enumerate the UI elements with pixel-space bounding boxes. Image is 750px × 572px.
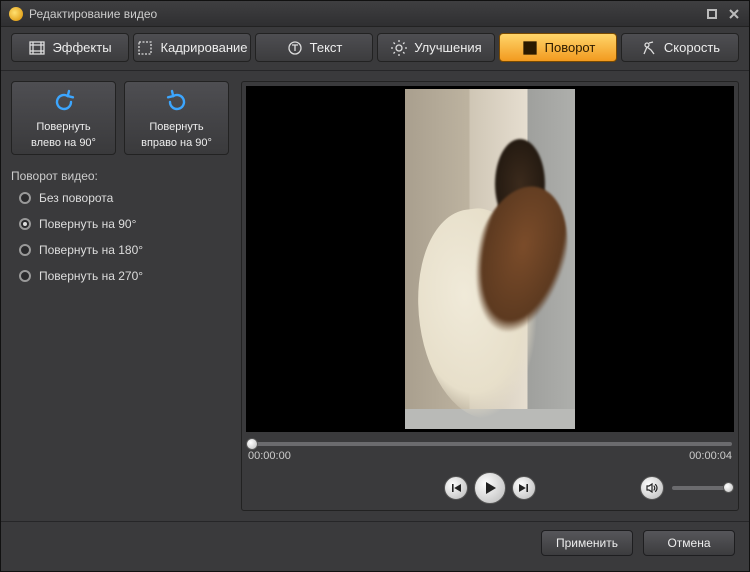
prev-button[interactable] (444, 476, 468, 500)
rotate-left-button[interactable]: Повернуть влево на 90° (11, 81, 116, 155)
minimize-button[interactable] (705, 7, 719, 21)
rotation-panel: Повернуть влево на 90° Повернуть вправо … (11, 81, 229, 511)
timeline: 00:00:00 00:00:04 (246, 442, 734, 462)
close-button[interactable] (727, 7, 741, 21)
brightness-icon (390, 39, 408, 57)
rotate-right-line1: Повернуть (149, 121, 203, 133)
radio-label: Повернуть на 90° (39, 217, 136, 231)
tab-effects[interactable]: Эффекты (11, 33, 129, 62)
player-controls (246, 470, 734, 506)
radio-icon (19, 218, 31, 230)
tab-label: Поворот (545, 40, 596, 55)
tab-text[interactable]: Текст (255, 33, 373, 62)
seek-handle[interactable] (246, 438, 258, 450)
radio-icon (19, 270, 31, 282)
rotate-right-line2: вправо на 90° (141, 137, 212, 149)
tab-label: Скорость (664, 40, 720, 55)
rotate-left-line2: влево на 90° (31, 137, 96, 149)
rotation-options: Без поворота Повернуть на 90° Повернуть … (11, 191, 229, 283)
preview-frame (405, 89, 575, 429)
time-total: 00:00:04 (689, 450, 732, 462)
crop-icon (136, 39, 154, 57)
main-area: Повернуть влево на 90° Повернуть вправо … (1, 71, 749, 521)
tab-label: Эффекты (52, 40, 111, 55)
rotate-right-icon (164, 88, 190, 117)
filmstrip-icon (28, 39, 46, 57)
radio-label: Повернуть на 270° (39, 269, 143, 283)
video-preview (246, 86, 734, 432)
tab-speed[interactable]: Скорость (621, 33, 739, 62)
cancel-button[interactable]: Отмена (643, 530, 735, 556)
rotation-option-270[interactable]: Повернуть на 270° (19, 269, 229, 283)
tab-rotate[interactable]: Поворот (499, 33, 617, 62)
window-buttons (705, 7, 741, 21)
app-icon (9, 7, 23, 21)
rotate-left-line1: Повернуть (36, 121, 90, 133)
radio-label: Повернуть на 180° (39, 243, 143, 257)
radio-icon (19, 192, 31, 204)
rotate-left-icon (51, 88, 77, 117)
tab-label: Кадрирование (160, 40, 247, 55)
volume-button[interactable] (640, 476, 664, 500)
seek-track[interactable] (248, 442, 732, 446)
radio-icon (19, 244, 31, 256)
play-button[interactable] (474, 472, 506, 504)
rotation-option-90[interactable]: Повернуть на 90° (19, 217, 229, 231)
tab-crop[interactable]: Кадрирование (133, 33, 251, 62)
speed-icon (640, 39, 658, 57)
footer: Применить Отмена (1, 521, 749, 563)
rotate-right-button[interactable]: Повернуть вправо на 90° (124, 81, 229, 155)
window-title: Редактирование видео (29, 7, 705, 21)
rotation-section-header: Поворот видео: (11, 169, 229, 183)
tab-label: Текст (310, 40, 343, 55)
title-bar: Редактирование видео (1, 1, 749, 27)
tab-label: Улучшения (414, 40, 481, 55)
rotation-option-none[interactable]: Без поворота (19, 191, 229, 205)
text-icon (286, 39, 304, 57)
volume-track[interactable] (672, 486, 730, 490)
next-button[interactable] (512, 476, 536, 500)
tab-row: Эффекты Кадрирование Текст Улучшения Пов… (1, 27, 749, 71)
tab-enhance[interactable]: Улучшения (377, 33, 495, 62)
rotation-option-180[interactable]: Повернуть на 180° (19, 243, 229, 257)
rotate-film-icon (521, 39, 539, 57)
preview-panel: 00:00:00 00:00:04 (241, 81, 739, 511)
rotate-buttons: Повернуть влево на 90° Повернуть вправо … (11, 81, 229, 155)
time-current: 00:00:00 (248, 450, 291, 462)
radio-label: Без поворота (39, 191, 113, 205)
volume-handle[interactable] (723, 482, 734, 493)
apply-button[interactable]: Применить (541, 530, 633, 556)
